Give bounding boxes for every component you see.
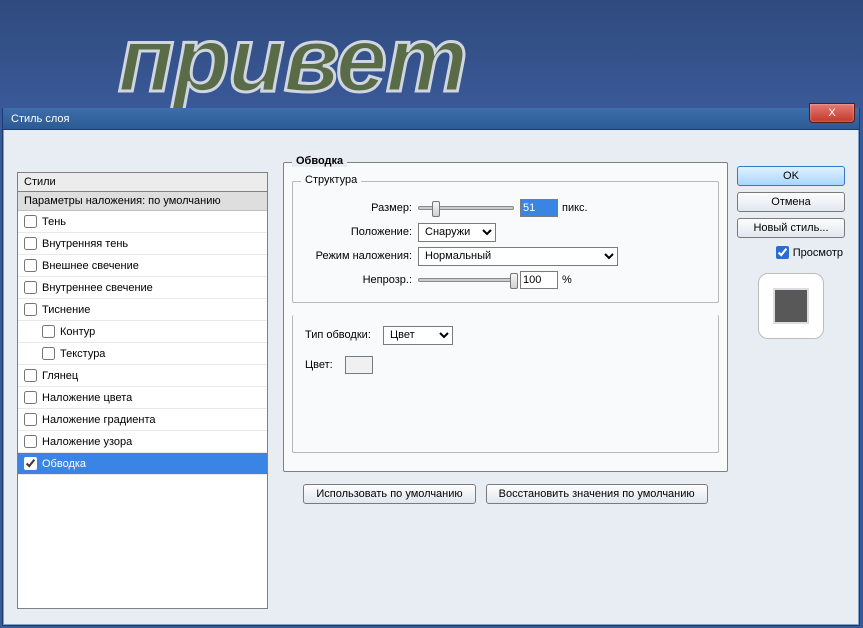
style-item-checkbox[interactable] — [24, 413, 37, 426]
style-item-label: Наложение цвета — [42, 392, 132, 404]
default-buttons-row: Использовать по умолчанию Восстановить з… — [283, 484, 728, 504]
style-item-checkbox[interactable] — [24, 435, 37, 448]
preview-thumbnail — [758, 273, 824, 339]
blend-options-header[interactable]: Параметры наложения: по умолчанию — [18, 192, 267, 211]
opacity-slider[interactable] — [418, 278, 514, 282]
style-item-7[interactable]: Глянец — [18, 365, 267, 387]
style-item-checkbox[interactable] — [24, 237, 37, 250]
style-item-checkbox[interactable] — [42, 347, 55, 360]
color-row: Цвет: — [303, 353, 708, 377]
structure-fieldset: Структура Размер: пикс. Положение: Снару… — [292, 181, 719, 303]
style-item-checkbox[interactable] — [24, 369, 37, 382]
style-item-0[interactable]: Тень — [18, 211, 267, 233]
cancel-button[interactable]: Отмена — [737, 192, 845, 212]
opacity-label: Непрозр.: — [303, 274, 418, 286]
style-item-label: Наложение градиента — [42, 414, 156, 426]
style-item-checkbox[interactable] — [24, 391, 37, 404]
style-item-label: Внешнее свечение — [42, 260, 139, 272]
opacity-input[interactable] — [520, 271, 558, 289]
position-label: Положение: — [303, 226, 418, 238]
structure-title: Структура — [301, 174, 361, 186]
blend-row: Режим наложения: Нормальный — [303, 244, 708, 268]
blend-label: Режим наложения: — [303, 250, 418, 262]
style-item-checkbox[interactable] — [24, 281, 37, 294]
preview-checkbox[interactable] — [776, 246, 789, 259]
close-icon: X — [828, 107, 835, 119]
size-label: Размер: — [303, 202, 418, 214]
style-item-label: Глянец — [42, 370, 78, 382]
app-canvas: привет — [0, 0, 863, 108]
style-item-9[interactable]: Наложение градиента — [18, 409, 267, 431]
style-item-8[interactable]: Наложение цвета — [18, 387, 267, 409]
size-unit: пикс. — [558, 202, 588, 214]
dialog-body: Стили Параметры наложения: по умолчанию … — [3, 130, 859, 625]
style-item-label: Внутреннее свечение — [42, 282, 153, 294]
style-item-5[interactable]: Контур — [18, 321, 267, 343]
style-item-6[interactable]: Текстура — [18, 343, 267, 365]
opacity-row: Непрозр.: % — [303, 268, 708, 292]
preview-checkbox-row[interactable]: Просмотр — [737, 246, 845, 259]
style-item-3[interactable]: Внутреннее свечение — [18, 277, 267, 299]
filltype-select[interactable]: Цвет — [383, 326, 453, 345]
position-row: Положение: Снаружи — [303, 220, 708, 244]
style-item-11[interactable]: Обводка — [18, 453, 267, 475]
preview-swatch — [773, 288, 809, 324]
close-button[interactable]: X — [809, 103, 855, 123]
style-item-2[interactable]: Внешнее свечение — [18, 255, 267, 277]
ok-button[interactable]: OK — [737, 166, 845, 186]
use-default-button[interactable]: Использовать по умолчанию — [303, 484, 475, 504]
dialog-titlebar[interactable]: Стиль слоя X — [3, 108, 859, 130]
filltype-label: Тип обводки: — [303, 329, 383, 341]
restore-default-button[interactable]: Восстановить значения по умолчанию — [486, 484, 708, 504]
position-select[interactable]: Снаружи — [418, 223, 496, 242]
right-button-column: OK Отмена Новый стиль... Просмотр — [737, 166, 845, 339]
style-item-label: Тень — [42, 216, 66, 228]
color-label: Цвет: — [303, 359, 345, 371]
fill-fieldset: Тип обводки: Цвет Цвет: — [292, 315, 719, 453]
style-item-label: Обводка — [42, 458, 86, 470]
style-item-checkbox[interactable] — [24, 259, 37, 272]
stroke-fieldset: Обводка Структура Размер: пикс. Положени… — [283, 162, 728, 472]
main-settings: Обводка Структура Размер: пикс. Положени… — [283, 162, 728, 609]
filltype-row: Тип обводки: Цвет — [303, 323, 708, 347]
opacity-unit: % — [558, 274, 572, 286]
style-item-label: Контур — [60, 326, 95, 338]
style-item-label: Текстура — [60, 348, 105, 360]
style-item-label: Наложение узора — [42, 436, 132, 448]
styles-list-panel: Стили Параметры наложения: по умолчанию … — [17, 172, 268, 609]
style-item-4[interactable]: Тиснение — [18, 299, 267, 321]
style-item-checkbox[interactable] — [24, 303, 37, 316]
style-item-10[interactable]: Наложение узора — [18, 431, 267, 453]
layer-style-dialog: Стиль слоя X Стили Параметры наложения: … — [2, 108, 860, 626]
size-slider[interactable] — [418, 206, 514, 210]
color-swatch[interactable] — [345, 356, 373, 374]
blend-mode-select[interactable]: Нормальный — [418, 247, 618, 266]
style-item-checkbox[interactable] — [24, 215, 37, 228]
size-row: Размер: пикс. — [303, 196, 708, 220]
size-input[interactable] — [520, 199, 558, 217]
canvas-text: привет — [118, 8, 467, 113]
style-item-checkbox[interactable] — [24, 457, 37, 470]
dialog-title: Стиль слоя — [11, 113, 69, 125]
style-item-1[interactable]: Внутренняя тень — [18, 233, 267, 255]
styles-header[interactable]: Стили — [18, 173, 267, 192]
preview-label: Просмотр — [793, 247, 843, 259]
style-item-checkbox[interactable] — [42, 325, 55, 338]
style-item-label: Внутренняя тень — [42, 238, 128, 250]
new-style-button[interactable]: Новый стиль... — [737, 218, 845, 238]
style-item-label: Тиснение — [42, 304, 90, 316]
stroke-title: Обводка — [292, 155, 347, 167]
